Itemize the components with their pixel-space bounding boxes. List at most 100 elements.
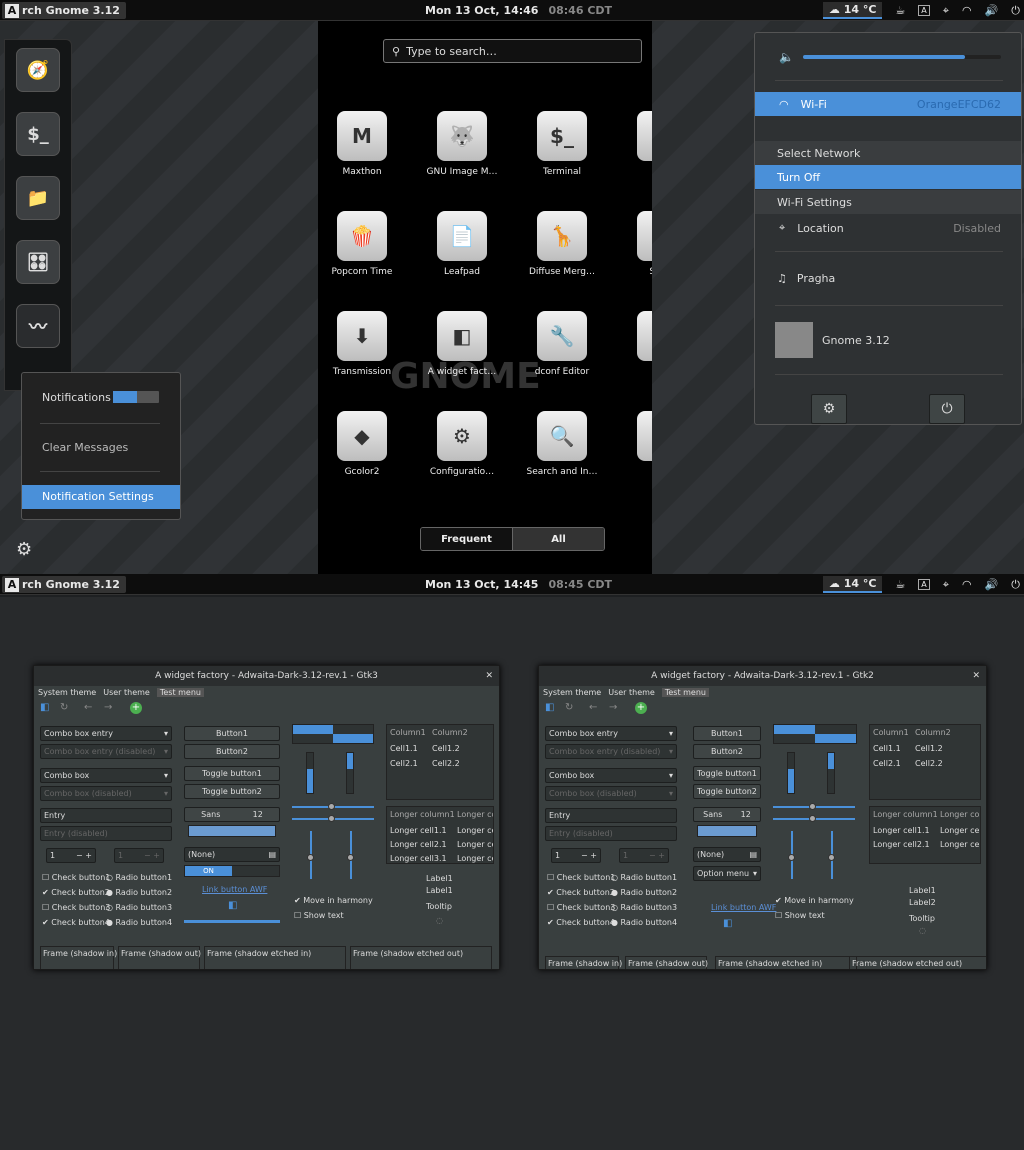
close-icon[interactable]: ✕ [972, 666, 980, 686]
menu-item[interactable]: System theme [38, 688, 96, 697]
tree-cell[interactable]: Longer ce [940, 826, 979, 835]
settings-button[interactable]: ⚙ [811, 394, 847, 424]
entry[interactable]: Entry [545, 808, 677, 823]
combo-entry[interactable]: Combo box entry ▾ [40, 726, 172, 741]
wifi-icon[interactable]: ◠ [962, 4, 972, 17]
radio-button[interactable]: ● Radio button2 [611, 888, 677, 897]
power-icon[interactable]: ⏻ [1011, 578, 1020, 592]
weather-indicator[interactable]: ☁ 14 °C [822, 2, 883, 19]
add-icon[interactable]: + [635, 702, 647, 714]
app-icon[interactable]: $_ Terminal [512, 111, 612, 177]
radio-button[interactable]: ● Radio button4 [106, 918, 172, 927]
toolbar-icon[interactable]: ◧ [40, 702, 49, 713]
menu-item[interactable]: Test menu [156, 688, 204, 697]
all-tab[interactable]: All [513, 528, 604, 550]
tree-cell[interactable]: Cell2.2 [432, 759, 460, 768]
slider-knob[interactable] [828, 854, 835, 861]
spin-button[interactable]: 1− + [551, 848, 601, 863]
toggle-button1[interactable]: Toggle button1 [184, 766, 280, 781]
location-icon[interactable]: ⌖ [943, 578, 949, 592]
wifi-settings-item[interactable]: Wi-Fi Settings [755, 190, 1021, 214]
location-icon[interactable]: ⌖ [943, 4, 949, 18]
slider-knob[interactable] [328, 815, 335, 822]
tree-cell[interactable]: Longer ce [457, 840, 493, 849]
forward-icon[interactable]: → [609, 702, 617, 713]
check-button[interactable]: ✔ Check button2 [42, 888, 110, 897]
toggle-button2[interactable]: Toggle button2 [184, 784, 280, 799]
check-button[interactable]: ☐ Check button1 [42, 873, 110, 882]
check-button[interactable]: ☐ Check button3 [42, 903, 110, 912]
tooltip-label[interactable]: Tooltip [909, 914, 935, 923]
combo-entry[interactable]: Combo box entry ▾ [545, 726, 677, 741]
spin-button[interactable]: 1− + [46, 848, 96, 863]
app-icon[interactable]: In [612, 311, 652, 377]
media-player-item[interactable]: ♫ Pragha [755, 266, 1021, 290]
font-button[interactable]: Sans 12 [693, 807, 761, 822]
location-item[interactable]: ⌖ Location Disabled [755, 216, 1021, 240]
tree-cell[interactable]: Longer cell2.1 [873, 840, 930, 849]
tree-cell[interactable]: Cell1.2 [915, 744, 943, 753]
tree-cell[interactable]: Longer cell1.1 [390, 826, 447, 835]
combo-box[interactable]: Combo box ▾ [545, 768, 677, 783]
tree-cell[interactable]: Cell1.1 [390, 744, 418, 753]
tree-cell[interactable]: Longer cell2.1 [390, 840, 447, 849]
app-icon[interactable]: ⚙ Configuratio… [412, 411, 512, 477]
slider-knob[interactable] [307, 854, 314, 861]
refresh-icon[interactable]: ↻ [60, 702, 68, 713]
add-icon[interactable]: + [130, 702, 142, 714]
settings-icon[interactable]: 🎛 [16, 240, 60, 284]
coffee-icon[interactable]: ☕ [895, 4, 905, 17]
user-name[interactable]: Gnome 3.12 [822, 334, 890, 347]
combo-box[interactable]: Combo box ▾ [40, 768, 172, 783]
radio-button[interactable]: ○ Radio button3 [106, 903, 172, 912]
radio-button[interactable]: ● Radio button4 [611, 918, 677, 927]
tree-cell[interactable]: Longer ce [457, 854, 493, 863]
folder-icon[interactable]: 📁 [16, 176, 60, 220]
notification-settings-item[interactable]: Notification Settings [22, 485, 180, 509]
link-button[interactable]: Link button AWF [711, 903, 776, 912]
tree-cell[interactable]: Cell2.1 [390, 759, 418, 768]
tree-cell[interactable]: Longer cell1.1 [873, 826, 930, 835]
tree-cell[interactable]: Cell2.2 [915, 759, 943, 768]
volume-icon[interactable]: 🔊 [985, 4, 999, 17]
turn-off-item[interactable]: Turn Off [755, 165, 1021, 189]
system-tray[interactable]: ☁ 14 °C ☕ A ⌖ ◠ 🔊 ⏻ [822, 0, 1020, 21]
volume-icon[interactable]: 🔊 [985, 578, 999, 591]
compass-icon[interactable]: 🧭 [16, 48, 60, 92]
terminal-icon[interactable]: $_ [16, 112, 60, 156]
toolbar-icon[interactable]: ◧ [545, 702, 554, 713]
toggle-button2[interactable]: Toggle button2 [693, 784, 761, 799]
wifi-item[interactable]: ◠ Wi-Fi OrangeEFCD62 [755, 92, 1021, 116]
tree-cell[interactable]: Cell2.1 [873, 759, 901, 768]
menu-item[interactable]: System theme [543, 688, 601, 697]
slider-knob[interactable] [809, 803, 816, 810]
button1[interactable]: Button1 [693, 726, 761, 741]
keyboard-layout-icon[interactable]: A [918, 579, 930, 590]
app-icon[interactable]: 🐺 GNU Image M… [412, 111, 512, 177]
app-icon[interactable]: ⬇ Transmission [318, 311, 412, 377]
forward-icon[interactable]: → [104, 702, 112, 713]
back-icon[interactable]: ← [84, 702, 92, 713]
show-text-check[interactable]: ☐ Show text [775, 911, 825, 920]
system-tray[interactable]: ☁ 14 °C ☕ A ⌖ ◠ 🔊 ⏻ [822, 574, 1020, 595]
slider-knob[interactable] [809, 815, 816, 822]
app-icon[interactable]: ◆ Gcolor2 [318, 411, 412, 477]
clear-messages-item[interactable]: Clear Messages [42, 441, 128, 454]
check-button[interactable]: ✔ Check button4 [547, 918, 615, 927]
radio-button[interactable]: ○ Radio button1 [106, 873, 172, 882]
app-icon[interactable]: Searc [612, 211, 652, 277]
button2[interactable]: Button2 [693, 744, 761, 759]
move-in-harmony-check[interactable]: ✔ Move in harmony [294, 896, 373, 905]
notifications-switch[interactable] [112, 390, 160, 404]
back-icon[interactable]: ← [589, 702, 597, 713]
slider-knob[interactable] [328, 803, 335, 810]
coffee-icon[interactable]: ☕ [895, 578, 905, 591]
link-button[interactable]: Link button AWF [202, 885, 267, 894]
tree-cell[interactable]: Longer cell3.1 [390, 854, 447, 863]
tree-cell[interactable]: Cell1.2 [432, 744, 460, 753]
volume-slider[interactable] [803, 55, 1001, 59]
activities-button[interactable]: Arch Gnome 3.12 [2, 576, 126, 593]
check-button[interactable]: ☐ Check button3 [547, 903, 615, 912]
color-button[interactable] [697, 825, 757, 837]
frequent-tab[interactable]: Frequent [421, 528, 513, 550]
